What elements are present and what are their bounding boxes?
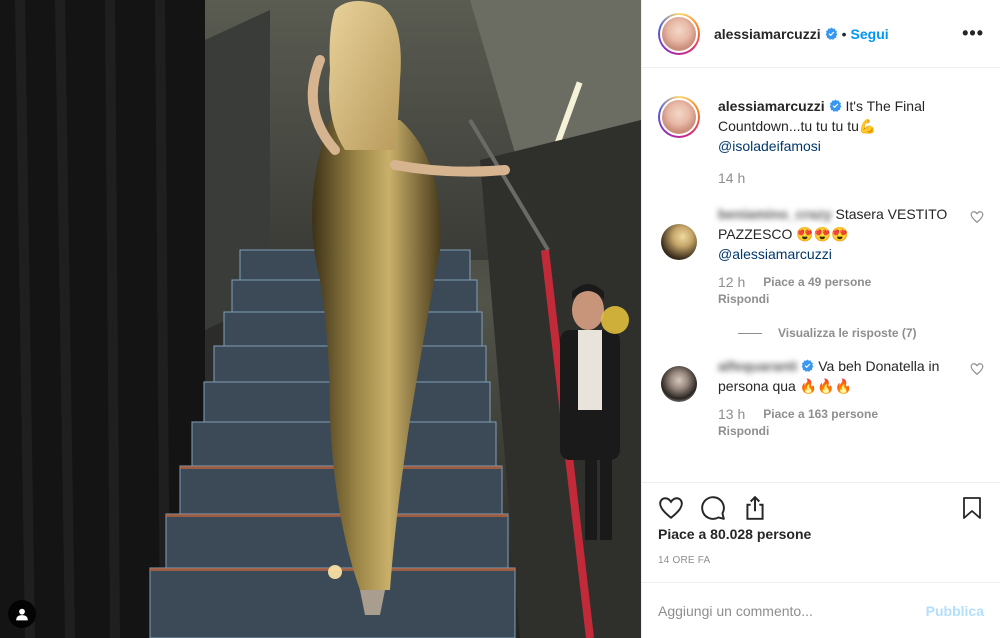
comment-username[interactable]: beniamino_crazy (718, 204, 832, 224)
verified-icon (802, 359, 814, 372)
comment-icon (701, 495, 725, 520)
more-icon[interactable]: ••• (962, 23, 984, 44)
verified-icon (829, 99, 841, 112)
comment-time[interactable]: 12 h (718, 274, 745, 290)
comment-composer: Pubblica (642, 582, 1000, 638)
publish-button[interactable]: Pubblica (926, 603, 984, 619)
view-replies-button[interactable]: Visualizza le risposte (7) (738, 326, 984, 340)
reply-button[interactable]: Rispondi (718, 424, 958, 438)
caption-avatar[interactable] (658, 96, 700, 138)
comment-time[interactable]: 13 h (718, 406, 745, 422)
comment: beniamino_crazy Stasera VESTITO PAZZESCO… (658, 204, 984, 306)
heart-icon (659, 496, 683, 519)
comment-mention[interactable]: @alessiamarcuzzi (718, 246, 832, 262)
comment-meta: 12 h Piace a 49 persone (718, 274, 958, 290)
avatar-image (660, 14, 698, 53)
comment-body: beniamino_crazy Stasera VESTITO PAZZESCO… (718, 204, 958, 306)
post-photo[interactable] (0, 0, 641, 638)
post-age[interactable]: 14 ORE FA (642, 555, 1000, 569)
comment-avatar[interactable] (661, 224, 697, 260)
separator-dot: • (841, 25, 847, 42)
avatar[interactable] (658, 12, 700, 55)
user-tag-icon (16, 608, 28, 621)
post-sidebar: alessiamarcuzzi • Segui ••• alessiamarcu… (641, 0, 1000, 638)
verified-icon (825, 27, 837, 40)
view-replies-label: Visualizza le risposte (7) (778, 326, 917, 340)
comment-likes[interactable]: Piace a 163 persone (763, 407, 878, 421)
caption-text: alessiamarcuzzi It's The Final Countdown… (718, 96, 958, 156)
like-button[interactable] (658, 495, 684, 521)
caption-username[interactable]: alessiamarcuzzi (718, 98, 825, 114)
header-username[interactable]: alessiamarcuzzi (714, 26, 821, 42)
user-tag-button[interactable] (8, 600, 36, 628)
caption-mention[interactable]: @isoladeifamosi (718, 138, 821, 154)
comment-meta: 13 h Piace a 163 persone (718, 406, 958, 422)
comment-avatar[interactable] (661, 366, 697, 402)
caption-time[interactable]: 14 h (718, 170, 984, 186)
heart-icon[interactable] (970, 210, 984, 224)
comment-button[interactable] (700, 495, 726, 521)
photo-scene (0, 0, 641, 638)
reply-button[interactable]: Rispondi (718, 292, 958, 306)
likes-count[interactable]: Piace a 80.028 persone (642, 526, 1000, 546)
action-bar (642, 482, 1000, 532)
save-button[interactable] (960, 495, 984, 521)
comment-body: alfequaranti Va beh Donatella in persona… (718, 356, 958, 438)
comment-input[interactable] (658, 602, 926, 619)
post-header: alessiamarcuzzi • Segui ••• (642, 0, 1000, 68)
bookmark-icon (963, 496, 981, 519)
comment-username[interactable]: alfequaranti (718, 356, 797, 376)
caption: alessiamarcuzzi It's The Final Countdown… (658, 96, 984, 156)
instagram-post: alessiamarcuzzi • Segui ••• alessiamarcu… (0, 0, 1000, 638)
share-icon (746, 495, 764, 520)
comment-likes[interactable]: Piace a 49 persone (763, 275, 871, 289)
comments-list: alessiamarcuzzi It's The Final Countdown… (642, 68, 1000, 482)
divider (738, 332, 762, 334)
follow-button[interactable]: Segui (851, 26, 889, 42)
share-button[interactable] (742, 495, 768, 521)
avatar-image (660, 98, 698, 136)
heart-icon[interactable] (970, 362, 984, 376)
comment: alfequaranti Va beh Donatella in persona… (658, 356, 984, 438)
